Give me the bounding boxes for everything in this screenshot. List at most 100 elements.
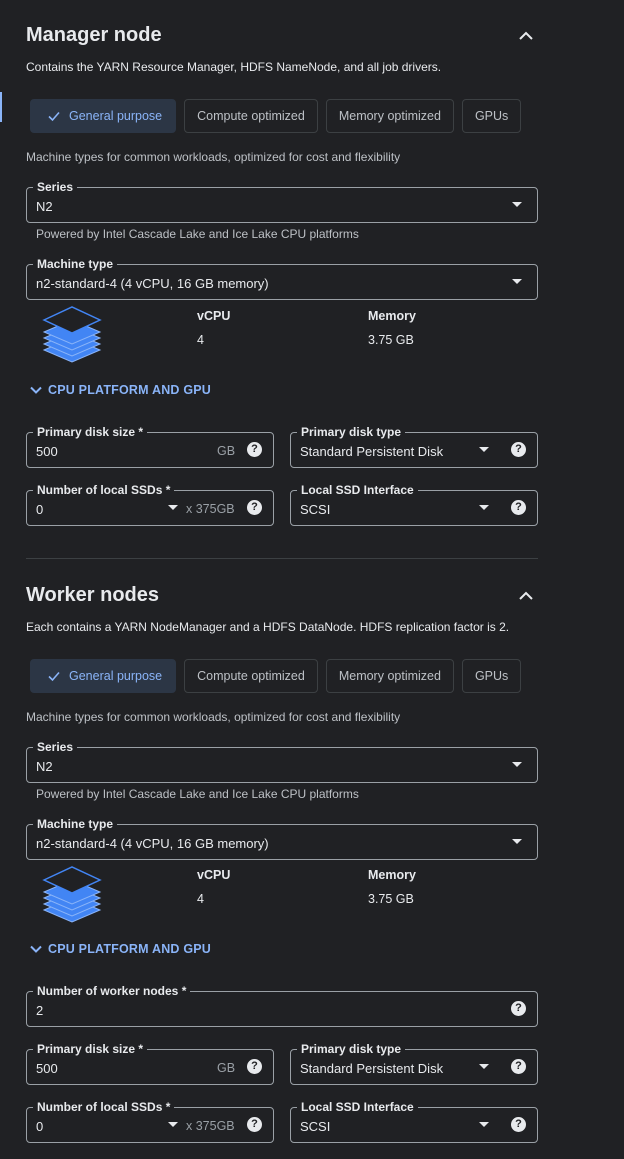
memory-label: Memory xyxy=(368,309,416,323)
tab-label: GPUs xyxy=(474,669,509,683)
dropdown-arrow-icon[interactable] xyxy=(479,447,489,452)
dropdown-arrow-icon[interactable] xyxy=(479,1122,489,1127)
field-value: 2 xyxy=(36,1003,44,1018)
manager-ssd-interface-select[interactable]: Local SSD Interface SCSI ? xyxy=(290,482,538,526)
unit-suffix: GB xyxy=(217,1061,236,1075)
field-value: N2 xyxy=(36,199,53,214)
machine-stack-icon xyxy=(42,866,102,923)
manager-node-description: Contains the YARN Resource Manager, HDFS… xyxy=(26,60,442,74)
manager-disk-size-input[interactable]: Primary disk size * 500 GB ? xyxy=(26,424,274,468)
field-label: Number of local SSDs * xyxy=(33,1099,175,1115)
manager-node-title: Manager node xyxy=(26,24,162,46)
help-icon[interactable]: ? xyxy=(511,500,526,515)
check-icon xyxy=(48,671,60,682)
worker-machine-type-select[interactable]: Machine type n2-standard-4 (4 vCPU, 16 G… xyxy=(26,816,538,860)
worker-nodes-title: Worker nodes xyxy=(26,584,159,606)
worker-series-select[interactable]: Series N2 xyxy=(26,739,538,783)
worker-nodes-description: Each contains a YARN NodeManager and a H… xyxy=(26,620,510,634)
help-icon[interactable]: ? xyxy=(511,1059,526,1074)
field-label: Series xyxy=(33,179,78,195)
worker-tab-gpus[interactable]: GPUs xyxy=(461,659,522,693)
worker-tab-help-text: Machine types for common workloads, opti… xyxy=(26,710,401,724)
worker-ssd-interface-select[interactable]: Local SSD Interface SCSI ? xyxy=(290,1099,538,1143)
chevron-down-icon xyxy=(30,386,42,394)
worker-tab-general-purpose[interactable]: General purpose xyxy=(30,659,177,693)
memory-label: Memory xyxy=(368,868,416,882)
field-label: Machine type xyxy=(33,256,118,272)
field-label: Primary disk type xyxy=(297,424,406,440)
chevron-down-icon xyxy=(30,945,42,953)
worker-disk-size-input[interactable]: Primary disk size * 500 GB ? xyxy=(26,1041,274,1085)
field-value: 0 xyxy=(36,502,44,517)
dropdown-arrow-icon[interactable] xyxy=(512,279,522,284)
manager-series-help: Powered by Intel Cascade Lake and Ice La… xyxy=(36,227,359,241)
field-label: Machine type xyxy=(33,816,118,832)
dropdown-arrow-icon[interactable] xyxy=(168,1122,178,1127)
tab-label: Compute optimized xyxy=(197,669,305,683)
tab-label: Compute optimized xyxy=(197,109,305,123)
help-icon[interactable]: ? xyxy=(511,1117,526,1132)
worker-tab-memory-optimized[interactable]: Memory optimized xyxy=(325,659,454,693)
vcpu-value: 4 xyxy=(197,892,204,906)
dropdown-arrow-icon[interactable] xyxy=(512,762,522,767)
help-icon[interactable]: ? xyxy=(247,1059,262,1074)
manager-disk-type-select[interactable]: Primary disk type Standard Persistent Di… xyxy=(290,424,538,468)
field-value: 500 xyxy=(36,1061,58,1076)
tab-label: General purpose xyxy=(69,669,163,683)
help-icon[interactable]: ? xyxy=(511,1001,526,1016)
help-icon[interactable]: ? xyxy=(247,442,262,457)
help-icon[interactable]: ? xyxy=(511,442,526,457)
field-value: 500 xyxy=(36,444,58,459)
unit-suffix: x 375GB xyxy=(186,1119,235,1133)
help-icon[interactable]: ? xyxy=(247,1117,262,1132)
field-label: Primary disk size * xyxy=(33,424,148,440)
dropdown-arrow-icon[interactable] xyxy=(479,505,489,510)
worker-series-help: Powered by Intel Cascade Lake and Ice La… xyxy=(36,787,359,801)
field-label: Number of worker nodes * xyxy=(33,983,191,999)
tab-label: Memory optimized xyxy=(338,669,441,683)
manager-series-select[interactable]: Series N2 xyxy=(26,179,538,223)
worker-tab-compute-optimized[interactable]: Compute optimized xyxy=(184,659,318,693)
dropdown-arrow-icon[interactable] xyxy=(512,839,522,844)
machine-stack-icon xyxy=(42,306,102,363)
link-label: CPU PLATFORM AND GPU xyxy=(48,942,212,956)
field-value: Standard Persistent Disk xyxy=(300,1061,444,1076)
manager-tab-general-purpose[interactable]: General purpose xyxy=(30,99,177,133)
field-label: Series xyxy=(33,739,78,755)
help-icon[interactable]: ? xyxy=(247,500,262,515)
check-icon xyxy=(48,111,60,122)
field-value: 0 xyxy=(36,1119,44,1134)
manager-machine-type-select[interactable]: Machine type n2-standard-4 (4 vCPU, 16 G… xyxy=(26,256,538,300)
field-value: SCSI xyxy=(300,502,331,517)
field-label: Local SSD Interface xyxy=(297,1099,418,1115)
field-value: n2-standard-4 (4 vCPU, 16 GB memory) xyxy=(36,276,269,291)
memory-value: 3.75 GB xyxy=(368,333,414,347)
manager-tab-compute-optimized[interactable]: Compute optimized xyxy=(184,99,318,133)
field-value: N2 xyxy=(36,759,53,774)
field-label: Local SSD Interface xyxy=(297,482,418,498)
worker-disk-type-select[interactable]: Primary disk type Standard Persistent Di… xyxy=(290,1041,538,1085)
field-label: Primary disk type xyxy=(297,1041,406,1057)
dropdown-arrow-icon[interactable] xyxy=(512,202,522,207)
tab-label: GPUs xyxy=(474,109,509,123)
manager-collapse-chevron-up-icon[interactable] xyxy=(516,26,536,46)
tab-label: Memory optimized xyxy=(338,109,441,123)
manager-tab-gpus[interactable]: GPUs xyxy=(461,99,522,133)
manager-cpu-platform-toggle[interactable]: CPU PLATFORM AND GPU xyxy=(30,383,211,397)
manager-local-ssds-select[interactable]: Number of local SSDs * 0 x 375GB ? xyxy=(26,482,274,526)
left-nav-indicator xyxy=(0,92,2,122)
worker-count-input[interactable]: Number of worker nodes * 2 ? xyxy=(26,983,538,1027)
field-value: Standard Persistent Disk xyxy=(300,444,444,459)
manager-tab-memory-optimized[interactable]: Memory optimized xyxy=(325,99,454,133)
link-label: CPU PLATFORM AND GPU xyxy=(48,383,212,397)
field-label: Primary disk size * xyxy=(33,1041,148,1057)
dropdown-arrow-icon[interactable] xyxy=(168,505,178,510)
field-value: SCSI xyxy=(300,1119,331,1134)
worker-collapse-chevron-up-icon[interactable] xyxy=(516,586,536,606)
worker-local-ssds-select[interactable]: Number of local SSDs * 0 x 375GB ? xyxy=(26,1099,274,1143)
field-label: Number of local SSDs * xyxy=(33,482,175,498)
worker-cpu-platform-toggle[interactable]: CPU PLATFORM AND GPU xyxy=(30,942,211,956)
dropdown-arrow-icon[interactable] xyxy=(479,1064,489,1069)
field-value: n2-standard-4 (4 vCPU, 16 GB memory) xyxy=(36,836,269,851)
vcpu-value: 4 xyxy=(197,333,204,347)
